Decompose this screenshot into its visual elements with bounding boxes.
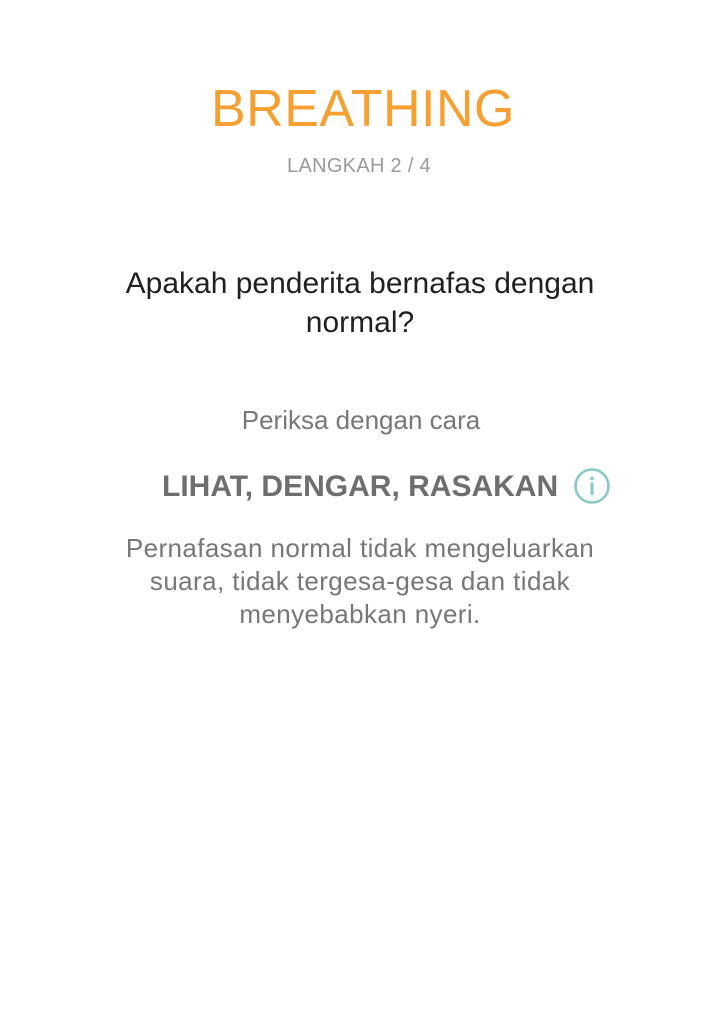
- page-title: BREATHING: [210, 80, 515, 138]
- breathing-step-screen: BREATHING LANGKAH 2 / 4 Apakah penderita…: [0, 0, 720, 1019]
- assessment-question: Apakah penderita bernafas dengan normal?: [125, 267, 595, 339]
- info-icon[interactable]: [573, 467, 611, 505]
- normal-breathing-description: Pernafasan normal tidak mengeluarkan sua…: [125, 533, 595, 629]
- check-method-row: LIHAT, DENGAR, RASAKAN: [0, 466, 720, 510]
- check-method-label: LIHAT, DENGAR, RASAKAN: [162, 470, 559, 503]
- check-instruction-intro: Periksa dengan cara: [241, 405, 481, 435]
- step-indicator: LANGKAH 2 / 4: [287, 155, 431, 177]
